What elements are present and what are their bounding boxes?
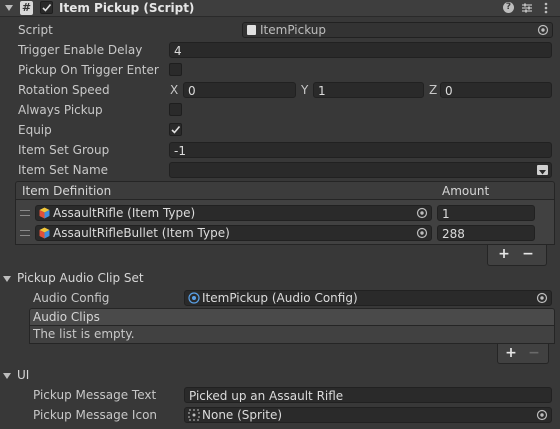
audio-config-label: Audio Config [33,291,110,305]
audio-clips-footer: + − [497,344,549,364]
object-picker-icon[interactable] [416,207,428,219]
pickup-on-trigger-enter-checkbox[interactable] [169,63,182,76]
drag-handle-icon[interactable] [20,210,30,216]
rotation-y-label[interactable]: Y [301,81,308,99]
always-pickup-checkbox[interactable] [169,103,182,116]
rotation-x-input[interactable]: 0 [183,82,296,98]
pickup-message-text-label: Pickup Message Text [33,388,157,402]
audio-config-field[interactable]: ItemPickup (Audio Config) [184,290,552,306]
item-definition-value: AssaultRifle (Item Type) [53,206,196,220]
script-field[interactable]: ItemPickup [242,22,553,38]
component-title: Item Pickup (Script) [59,1,195,15]
foldout-arrow-icon [3,372,11,379]
script-label: Script [18,23,53,37]
pickup-message-icon-field[interactable]: None (Sprite) [184,407,552,423]
component-enabled-checkbox[interactable] [40,1,53,14]
item-type-cube-icon [39,227,50,240]
item-definition-field[interactable]: AssaultRifle (Item Type) [35,205,432,221]
help-icon[interactable]: ? [503,2,514,13]
item-set-name-label: Item Set Name [18,163,109,177]
drag-handle-icon[interactable] [20,230,30,236]
audio-clips-header-label: Audio Clips [33,310,100,324]
rotation-speed-label: Rotation Speed [18,83,110,97]
checkmark-icon [171,125,181,134]
rotation-z-label[interactable]: Z [429,81,437,99]
pickup-message-icon-value: None (Sprite) [202,408,283,422]
rotation-y-input[interactable]: 1 [313,82,424,98]
audio-config-value: ItemPickup (Audio Config) [202,291,358,305]
ui-foldout[interactable]: UI [3,366,29,384]
remove-item-button[interactable]: − [518,247,538,263]
audio-clips-body: The list is empty. [29,326,555,344]
add-item-button[interactable]: + [494,247,514,263]
object-picker-icon[interactable] [536,292,548,304]
pickup-message-text-input[interactable]: Picked up an Assault Rifle [184,387,552,403]
item-set-group-label: Item Set Group [18,143,110,157]
preset-icon[interactable] [521,2,533,14]
item-definition-field[interactable]: AssaultRifleBullet (Item Type) [35,225,432,241]
script-icon: # [20,1,33,15]
item-amount-input[interactable]: 1 [437,205,535,221]
dropdown-arrow-icon [537,165,548,175]
script-value: ItemPickup [260,23,327,37]
item-list-footer: + − [487,245,547,266]
audio-config-icon [188,292,200,305]
foldout-arrow-icon [3,275,11,282]
rotation-z-input[interactable]: 0 [440,82,552,98]
foldout-label: UI [17,368,30,382]
item-list-header: Item Definition Amount [15,181,555,200]
object-picker-icon[interactable] [536,409,548,421]
sprite-icon [188,409,200,422]
amount-column-header: Amount [442,184,490,198]
equip-label: Equip [18,123,52,137]
add-audio-clip-button[interactable]: + [501,346,521,362]
foldout-arrow-icon[interactable] [5,5,13,11]
audio-clips-header: Audio Clips [29,308,555,326]
item-amount-input[interactable]: 288 [437,225,535,241]
kebab-menu-icon[interactable] [543,1,549,15]
item-definition-column-header: Item Definition [22,184,112,198]
object-picker-icon[interactable] [416,227,428,239]
object-picker-icon[interactable] [537,24,549,36]
pickup-audio-clip-set-foldout[interactable]: Pickup Audio Clip Set [3,269,144,287]
foldout-label: Pickup Audio Clip Set [17,271,144,285]
equip-checkbox[interactable] [169,123,182,136]
cs-script-icon [247,25,256,35]
rotation-x-label[interactable]: X [170,81,178,99]
always-pickup-label: Always Pickup [18,103,103,117]
trigger-enable-delay-label: Trigger Enable Delay [18,43,143,57]
component-header: # Item Pickup (Script) ? [0,0,560,17]
remove-audio-clip-button[interactable]: − [524,346,544,362]
pickup-on-trigger-enter-label: Pickup On Trigger Enter [18,63,159,77]
pickup-message-icon-label: Pickup Message Icon [33,408,158,422]
item-type-cube-icon [39,207,50,220]
item-set-group-input[interactable]: -1 [169,142,552,158]
empty-list-text: The list is empty. [33,327,135,341]
item-set-name-dropdown[interactable] [169,162,552,178]
trigger-enable-delay-input[interactable]: 4 [169,42,552,58]
item-definition-value: AssaultRifleBullet (Item Type) [53,226,230,240]
